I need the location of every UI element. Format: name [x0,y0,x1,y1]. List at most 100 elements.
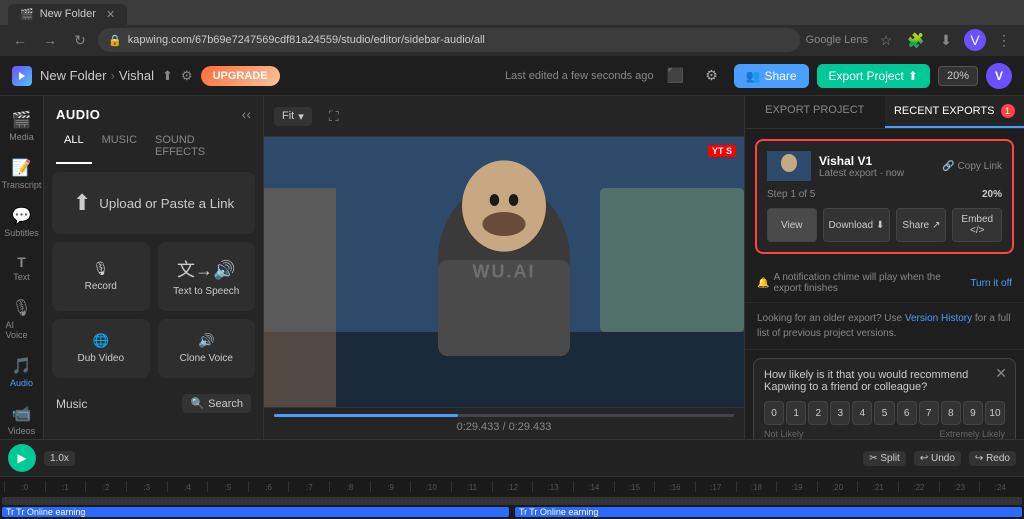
not-likely-label: Not Likely [764,429,804,439]
rating-numbers: 0 1 2 3 4 5 6 7 8 9 10 [764,401,1005,425]
sidebar-item-media[interactable]: 🎬 Media [2,104,42,148]
view-button[interactable]: View [767,208,817,242]
sidebar-label-videos: Videos [8,426,35,436]
tab-recent-exports[interactable]: RECENT EXPORTS 1 [885,96,1024,128]
rating-1[interactable]: 1 [786,401,806,425]
tab-sound-effects[interactable]: SOUND EFFECTS [147,130,251,164]
share-label: Share [765,69,797,83]
breadcrumb-project[interactable]: Vishal [119,68,154,83]
ruler-19: :19 [776,481,817,492]
rating-4[interactable]: 4 [852,401,872,425]
breadcrumb-folder[interactable]: New Folder [40,68,106,83]
rating-0[interactable]: 0 [764,401,784,425]
video-preview: YT S WU.AI [264,137,744,407]
tab-title: New Folder [40,8,96,20]
embed-button[interactable]: Embed </> [952,208,1002,242]
upgrade-button[interactable]: UPGRADE [201,66,280,86]
time-total: 0:29.433 [509,421,552,433]
video-container: YT S WU.AI [264,137,744,407]
share-icon[interactable]: ⬆ [162,68,173,84]
fit-button[interactable]: Fit ▾ [274,107,312,126]
time-current: 0:29.433 [457,421,500,433]
share-export-button[interactable]: Share ↗ [896,208,946,242]
clone-voice-button[interactable]: 🔊 Clone Voice [158,319,256,378]
refresh-button[interactable]: ↻ [68,28,92,52]
tab-close-icon[interactable]: ✕ [106,8,115,21]
tab-music[interactable]: MUSIC [94,130,145,164]
rating-3[interactable]: 3 [830,401,850,425]
rating-10[interactable]: 10 [985,401,1005,425]
version-text: Looking for an older export? Use [757,313,902,324]
upload-label: Upload or Paste a Link [99,196,234,211]
sidebar-item-subtitles[interactable]: 💬 Subtitles [2,200,42,244]
rating-5[interactable]: 5 [874,401,894,425]
rating-8[interactable]: 8 [941,401,961,425]
url-bar[interactable]: 🔒 kapwing.com/67b69e7247569cdf81a24559/s… [98,28,800,52]
clip-2[interactable]: Tr Tr Online earning [515,507,1022,517]
download-button[interactable]: Download ⬇ [823,208,891,242]
downloads-button[interactable]: ⬇ [934,28,958,52]
sidebar-label-audio: Audio [10,378,33,388]
play-button[interactable]: ▶ [8,444,36,472]
bottom-timeline: ▶ 1.0x ✂ Split ↩ Undo ↪ Redo :0 :1 :2 :3… [0,439,1024,519]
share-button[interactable]: 👥 Share [734,64,809,88]
speed-button[interactable]: 1.0x [44,451,75,466]
video-area: Fit ▾ ⛶ [264,96,744,439]
rating-2[interactable]: 2 [808,401,828,425]
sidebar-label-ai-voice: AI Voice [6,320,38,340]
version-history-link[interactable]: Version History [905,313,972,324]
sidebar-item-ai-voice[interactable]: 🎙 AI Voice [2,292,42,346]
fullscreen-button[interactable]: ⛶ [320,102,348,130]
clip-2-label: Tr Tr Online earning [515,507,602,517]
lock-icon: 🔒 [108,34,122,47]
ruler-5: :5 [207,481,248,492]
timeline-bar[interactable] [274,414,734,417]
undo-button[interactable]: ↩ Undo [914,451,961,466]
split-button[interactable]: ✂ Split [863,451,906,466]
forward-button[interactable]: → [38,28,62,52]
rating-labels: Not Likely Extremely Likely [764,429,1005,439]
sidebar-item-text[interactable]: T Text [2,248,42,288]
turn-off-button[interactable]: Turn it off [970,278,1012,289]
menu-button[interactable]: ⋮ [992,28,1016,52]
extensions-button[interactable]: 🧩 [904,28,928,52]
notification-text: 🔔 A notification chime will play when th… [757,272,970,294]
ruler-24: :24 [979,481,1020,492]
fit-label: Fit [282,110,294,122]
extremely-likely-label: Extremely Likely [939,429,1005,439]
bookmark-button[interactable]: ☆ [874,28,898,52]
copy-link-button[interactable]: 🔗 Copy Link [942,161,1002,172]
chevron-down-icon: ▾ [298,110,304,123]
tab-export-project[interactable]: EXPORT PROJECT [745,96,885,128]
search-music-button[interactable]: 🔍 Search [182,394,251,413]
rating-9[interactable]: 9 [963,401,983,425]
text-to-speech-button[interactable]: 文→🔊 Text to Speech [158,242,256,311]
rating-close-button[interactable]: ✕ [995,365,1007,382]
sidebar-label-media: Media [9,132,34,142]
clip-1[interactable]: Tr Tr Online earning [2,507,509,517]
back-button[interactable]: ← [8,28,32,52]
dub-video-button[interactable]: 🌐 Dub Video [52,319,150,378]
sidebar-item-audio[interactable]: 🎵 Audio [2,350,42,394]
info-button[interactable]: ⬛ [662,62,690,90]
rating-6[interactable]: 6 [897,401,917,425]
record-button[interactable]: 🎙 Record [52,242,150,311]
sidebar-item-transcript[interactable]: 📝 Transcript [2,152,42,196]
export-name: Vishal V1 [819,154,934,168]
track-row-1[interactable]: Tr Tr Online earning Tr Tr Online earnin… [2,507,1022,517]
upload-paste-button[interactable]: ⬆ Upload or Paste a Link [52,172,255,234]
settings-button[interactable]: ⚙ [698,62,726,90]
app-container: New Folder › Vishal ⬆ ⚙ UPGRADE Last edi… [0,56,1024,519]
rating-7[interactable]: 7 [919,401,939,425]
version-history: Looking for an older export? Use Version… [745,303,1024,350]
settings-icon[interactable]: ⚙ [181,68,193,84]
track-area: Tr Tr Online earning Tr Tr Online earnin… [0,495,1024,519]
tab-all[interactable]: ALL [56,130,92,164]
sidebar-item-videos[interactable]: 📹 Videos [2,398,42,439]
browser-tab[interactable]: 🎬 New Folder ✕ [8,4,127,25]
export-button[interactable]: Export Project ⬆ [817,64,930,88]
clip-1-text: Tr Online earning [16,507,85,517]
profile-button[interactable]: V [964,29,986,51]
redo-button[interactable]: ↪ Redo [969,451,1016,466]
collapse-button[interactable]: ‹‹ [242,106,251,122]
